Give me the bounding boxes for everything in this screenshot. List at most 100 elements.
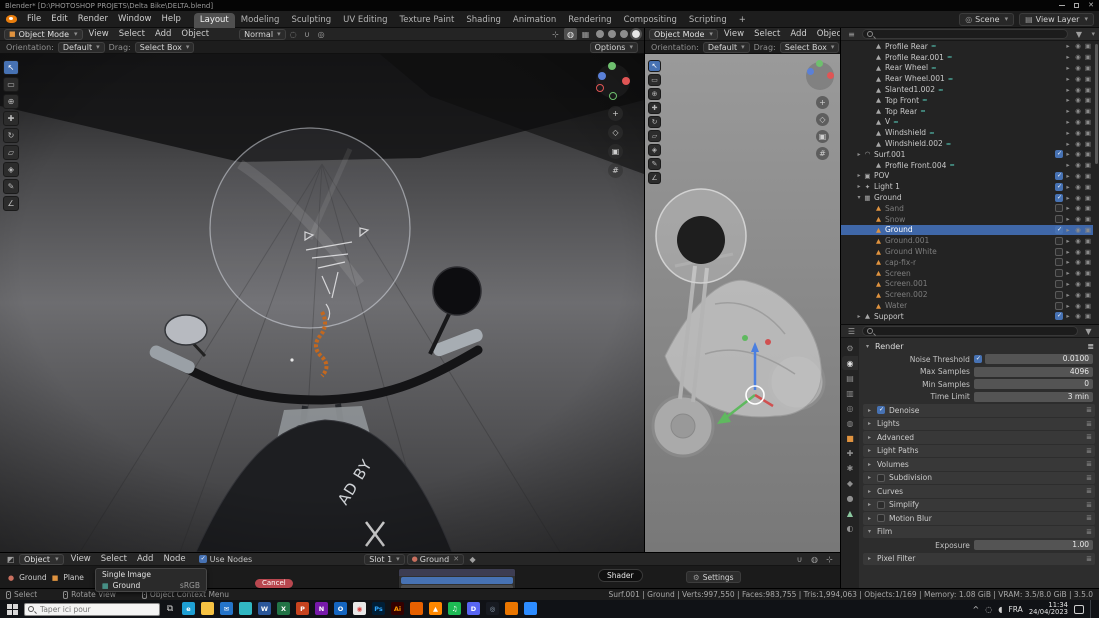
snap-magnet-icon[interactable]: ∪ xyxy=(301,28,314,40)
selectable-toggle[interactable]: ▸ xyxy=(1063,161,1073,169)
selectable-toggle[interactable]: ▸ xyxy=(1063,291,1073,299)
section-menu-icon[interactable]: ≣ xyxy=(1086,474,1092,482)
prop-curves[interactable]: ▸Curves≣ xyxy=(863,485,1095,498)
expand-arrow[interactable]: ▸ xyxy=(866,447,873,454)
expand-arrow[interactable]: ▸ xyxy=(866,420,873,427)
outliner-item-profile-front-004[interactable]: ▲Profile Front.004≈▸◉▣ xyxy=(841,160,1093,171)
notification-center-icon[interactable] xyxy=(1074,605,1084,614)
outliner-item-v[interactable]: ▲V≈▸◉▣ xyxy=(841,117,1093,128)
hide-in-viewport-toggle[interactable]: ◉ xyxy=(1073,280,1083,288)
prop-time-limit[interactable]: Time Limit3 min xyxy=(861,391,1097,404)
properties-tab-particles[interactable]: ✱ xyxy=(842,461,858,475)
taskbar-app-powerpoint[interactable]: P xyxy=(294,601,311,617)
selectable-toggle[interactable]: ▸ xyxy=(1063,53,1073,61)
node-slider[interactable] xyxy=(401,577,513,584)
pan-hand-icon[interactable]: ◇ xyxy=(608,125,623,140)
disable-in-render-toggle[interactable]: ▣ xyxy=(1083,86,1093,94)
expand-arrow[interactable]: ▸ xyxy=(855,151,863,158)
selectable-toggle[interactable]: ▸ xyxy=(1063,237,1073,245)
menu-select[interactable]: Select xyxy=(114,28,150,40)
perspective-toggle-icon[interactable]: # xyxy=(608,163,623,178)
outliner-item-profile-rear[interactable]: ▲Profile Rear≈▸◉▣ xyxy=(841,41,1093,52)
outliner-item-windshield[interactable]: ▲Windshield≈▸◉▣ xyxy=(841,127,1093,138)
axis-z-icon[interactable] xyxy=(807,68,814,75)
shading-material-icon[interactable] xyxy=(620,30,628,38)
prop-min-samples[interactable]: Min Samples0 xyxy=(861,378,1097,391)
workspace-tab-shading[interactable]: Shading xyxy=(460,13,507,28)
workspace-tab-texture-paint[interactable]: Texture Paint xyxy=(394,13,461,28)
use-nodes-toggle[interactable]: Use Nodes xyxy=(199,555,253,564)
selectable-toggle[interactable]: ▸ xyxy=(1063,64,1073,72)
expand-arrow[interactable]: ▸ xyxy=(866,434,873,441)
zoom-icon[interactable]: + xyxy=(608,106,623,121)
prop-lights[interactable]: ▸Lights≣ xyxy=(863,418,1095,431)
expand-arrow[interactable]: ▸ xyxy=(855,313,863,320)
tray-expand-icon[interactable]: ^ xyxy=(973,605,980,614)
outliner-item-screen[interactable]: ▲Screen▸◉▣ xyxy=(841,268,1093,279)
selectable-toggle[interactable]: ▸ xyxy=(1063,194,1073,202)
axis-x-icon[interactable] xyxy=(827,72,834,79)
properties-tab-view-layer[interactable]: ▥ xyxy=(842,386,858,400)
menu-object[interactable]: Object xyxy=(176,28,214,40)
simplify-checkbox[interactable] xyxy=(877,501,885,509)
outliner-item-sand[interactable]: ▲Sand▸◉▣ xyxy=(841,203,1093,214)
workspace-tab-animation[interactable]: Animation xyxy=(507,13,562,28)
selectable-toggle[interactable]: ▸ xyxy=(1063,96,1073,104)
expand-arrow[interactable]: ▸ xyxy=(855,172,863,179)
taskbar-app-steam[interactable]: ◎ xyxy=(484,601,501,617)
exclude-checkbox[interactable] xyxy=(1055,280,1063,288)
taskbar-search[interactable] xyxy=(24,603,160,616)
pin-icon[interactable]: ⊹ xyxy=(823,553,836,565)
hide-in-viewport-toggle[interactable]: ◉ xyxy=(1073,64,1083,72)
mode-dropdown[interactable]: ■ Object Mode ▾ xyxy=(4,29,83,40)
hide-in-viewport-toggle[interactable]: ◉ xyxy=(1073,172,1083,180)
tool-measure[interactable]: ∠ xyxy=(648,172,661,184)
properties-tab-object-data[interactable]: ▲ xyxy=(842,506,858,520)
outliner-item-ground[interactable]: ▾▦Ground▸◉▣ xyxy=(841,192,1093,203)
selectable-toggle[interactable]: ▸ xyxy=(1063,302,1073,310)
selectable-toggle[interactable]: ▸ xyxy=(1063,107,1073,115)
properties-tab-render[interactable]: ◉ xyxy=(842,356,858,370)
hide-in-viewport-toggle[interactable]: ◉ xyxy=(1073,204,1083,212)
taskbar-app-word[interactable]: W xyxy=(256,601,273,617)
exclude-checkbox[interactable] xyxy=(1055,302,1063,310)
shader-mode-dropdown[interactable]: Object ▾ xyxy=(19,554,64,565)
drag-dropdown[interactable]: Select Box ▾ xyxy=(135,42,195,53)
hide-in-viewport-toggle[interactable]: ◉ xyxy=(1073,226,1083,234)
outliner-item-support[interactable]: ▸▲Support▸◉▣ xyxy=(841,311,1093,322)
material-selector[interactable]: ● Ground ✕ xyxy=(407,554,464,565)
close-icon[interactable]: ✕ xyxy=(1088,2,1094,9)
outliner-item-ground-001[interactable]: ▲Ground.001▸◉▣ xyxy=(841,235,1093,246)
menu-item-image[interactable]: ▦ Ground sRGB xyxy=(96,580,206,591)
shader-node-canvas[interactable]: ● Ground ■ Plane Single Image ▦ Ground s… xyxy=(0,566,840,588)
exclude-checkbox[interactable] xyxy=(1055,269,1063,277)
slot-dropdown[interactable]: Slot 1 ▾ xyxy=(364,554,404,565)
properties-editor-icon[interactable]: ☰ xyxy=(845,325,858,337)
presets-icon[interactable]: ≣ xyxy=(1087,342,1094,351)
selectable-toggle[interactable]: ▸ xyxy=(1063,118,1073,126)
expand-arrow[interactable]: ▸ xyxy=(866,461,873,468)
menu-edit[interactable]: Edit xyxy=(46,13,72,25)
tool-annotate[interactable]: ✎ xyxy=(3,179,19,194)
axis-y-icon[interactable] xyxy=(608,62,616,70)
clock[interactable]: 11:34 24/04/2023 xyxy=(1029,602,1068,617)
outliner-item-screen-002[interactable]: ▲Screen.002▸◉▣ xyxy=(841,289,1093,300)
selectable-toggle[interactable]: ▸ xyxy=(1063,226,1073,234)
camera-view-icon[interactable]: ▣ xyxy=(816,130,829,143)
properties-tab-output[interactable]: ▤ xyxy=(842,371,858,385)
hide-in-viewport-toggle[interactable]: ◉ xyxy=(1073,312,1083,320)
taskbar-app-excel[interactable]: X xyxy=(275,601,292,617)
expand-arrow[interactable]: ▸ xyxy=(866,501,873,508)
outliner-search-input[interactable] xyxy=(862,29,1068,39)
disable-in-render-toggle[interactable]: ▣ xyxy=(1083,248,1093,256)
section-menu-icon[interactable]: ≣ xyxy=(1086,447,1092,455)
tool-cursor[interactable]: ⊕ xyxy=(648,88,661,100)
properties-tab-scene[interactable]: ◎ xyxy=(842,401,858,415)
prop-exposure[interactable]: Exposure1.00 xyxy=(861,539,1097,552)
menu-add[interactable]: Add xyxy=(132,553,158,565)
menu-help[interactable]: Help xyxy=(156,13,185,25)
outliner-editor-icon[interactable]: ≡ xyxy=(845,28,858,40)
mode-dropdown[interactable]: Object Mode ▾ xyxy=(649,29,718,40)
axis-y-icon[interactable] xyxy=(816,60,823,67)
menu-add[interactable]: Add xyxy=(150,28,176,40)
